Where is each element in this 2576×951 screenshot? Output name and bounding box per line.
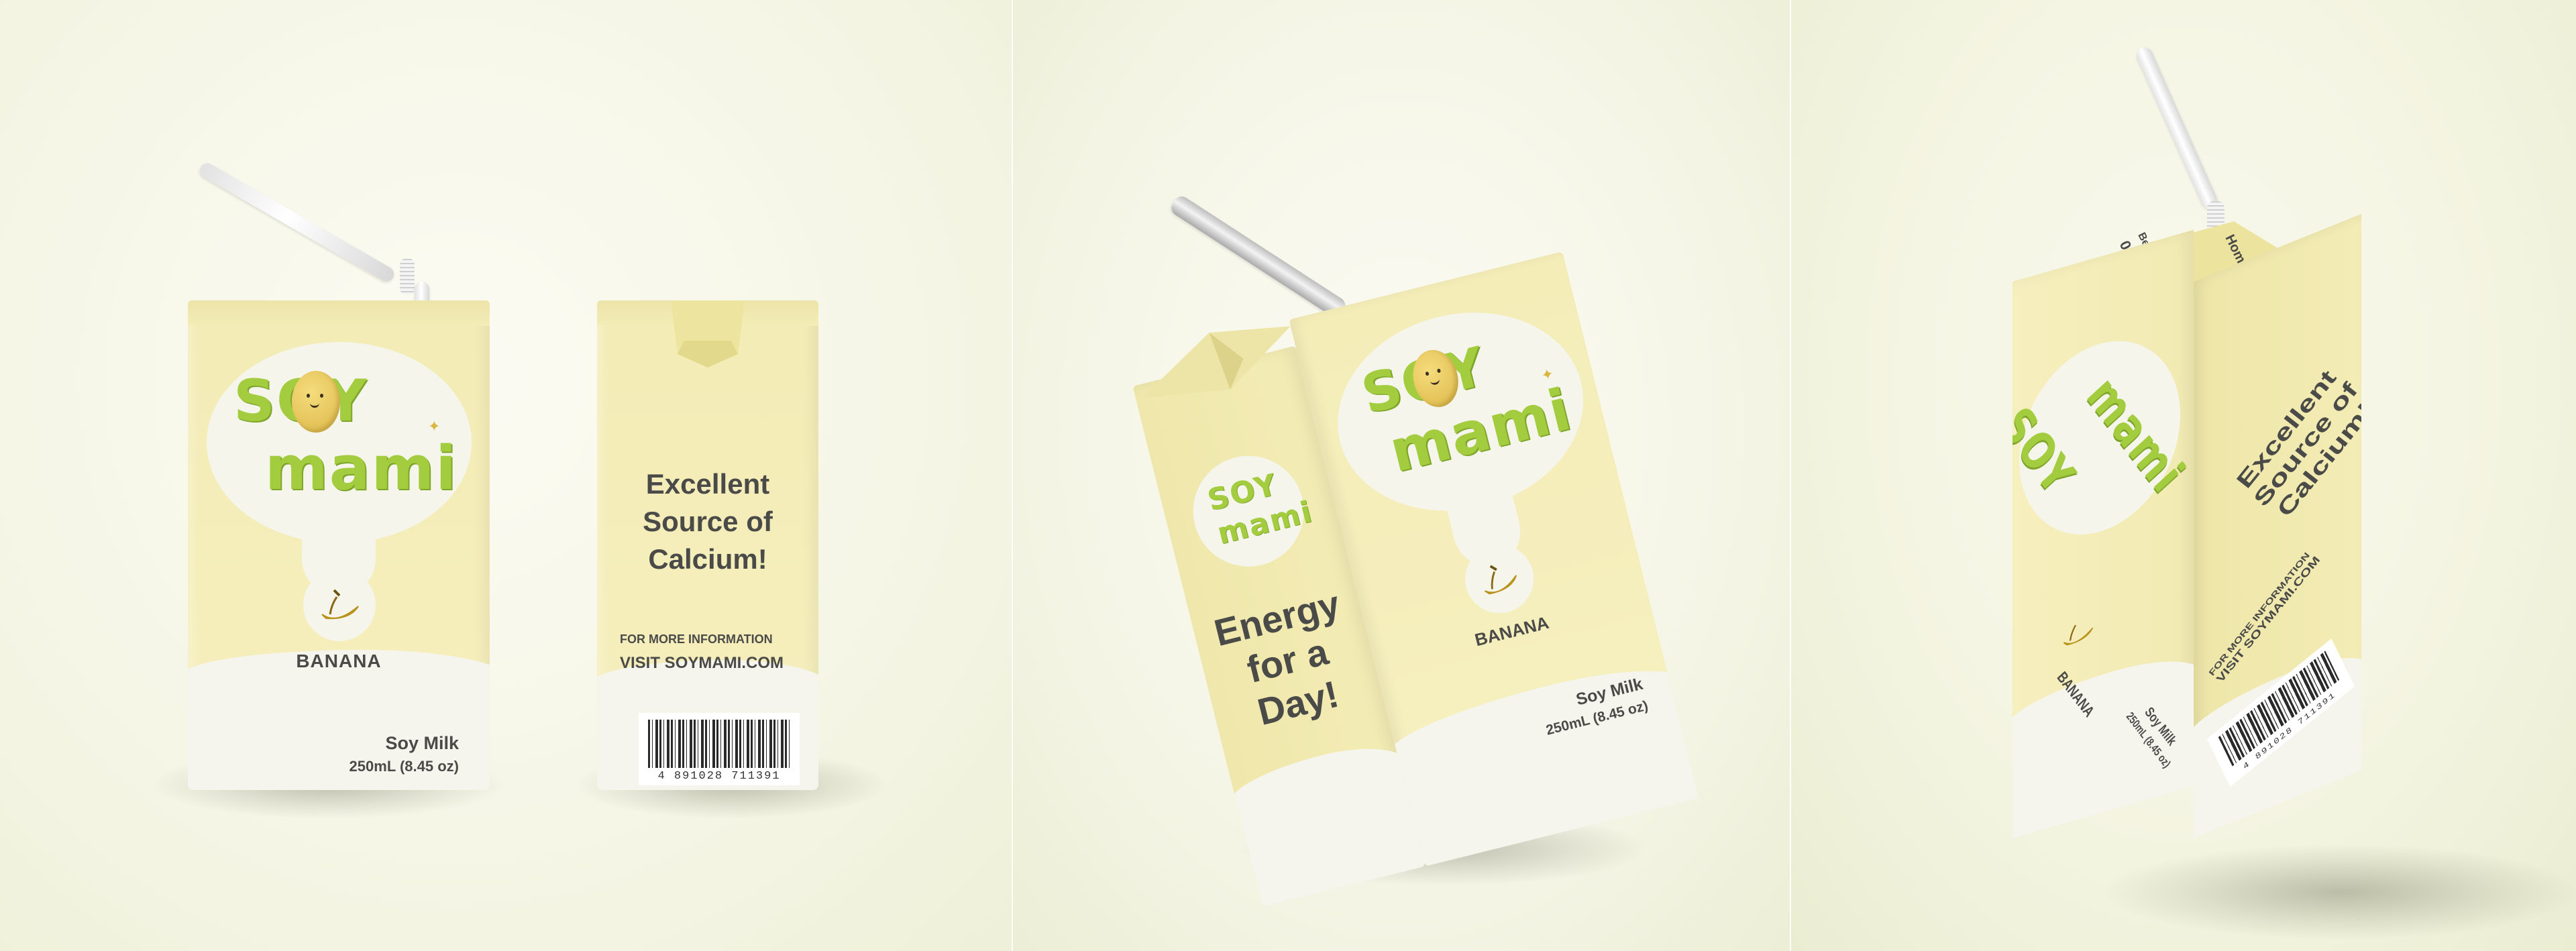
carton-front-face: SOY mami BANANA Soy Milk 250mL (8.45 oz) [2012,229,2194,838]
calcium-headline-2: Source of [643,506,773,537]
white-wave [1383,652,1699,866]
panel-tilted-carton: SOY mami Energy for a Day! SOY mami ✦ [1013,0,1791,951]
bean-mascot-icon [292,371,340,433]
carton-front-view: SOY mami ✦ BANANA Soy Milk 250mL (8.45 o… [188,300,490,790]
straw [197,160,397,284]
barcode-digits: 4 891028 711391 [657,770,781,783]
sparkle-icon: ✦ [428,418,441,435]
product-label: Soy Milk [385,733,459,753]
logo-text-mami: mami [265,433,458,504]
carton-back-face: Excellent Source of Calcium! FOR MORE IN… [597,300,818,790]
carton-back-view: Excellent Source of Calcium! FOR MORE IN… [597,300,818,790]
banana-icon [2063,624,2094,646]
more-info-text: FOR MORE INFORMATION [620,632,773,646]
white-wave [1224,734,1426,907]
carton-front-face: SOY mami ✦ BANANA Soy Milk 250mL (8.45 o… [188,300,490,790]
back-headline-group: Excellent Source of Calcium! [2220,351,2361,538]
carton-shadow [2106,845,2576,939]
calcium-headline-3: Calcium! [648,543,767,575]
website-text: VISIT SOYMAMI.COM [620,654,784,672]
panel-front-and-back: SOY mami ✦ BANANA Soy Milk 250mL (8.45 o… [0,0,1013,951]
banana-icon [321,589,359,620]
carton-tilted: SOY mami Energy for a Day! SOY mami ✦ [1116,232,1728,921]
calcium-headline-1: Excellent [645,468,770,500]
straw [2134,45,2220,211]
barcode: 4 891028 711391 [639,713,800,785]
flavor-label: BANANA [296,651,382,671]
panel-top-view-carton: Best Before 07 | 24 | 21 Homemade Style … [1791,0,2576,951]
carton-flap [671,300,745,368]
volume-label: 250mL (8.45 oz) [349,758,459,775]
top-seal [188,300,490,326]
straw-bend [400,258,415,295]
carton-back-face: Excellent Source of Calcium! FOR MORE IN… [2194,213,2361,839]
